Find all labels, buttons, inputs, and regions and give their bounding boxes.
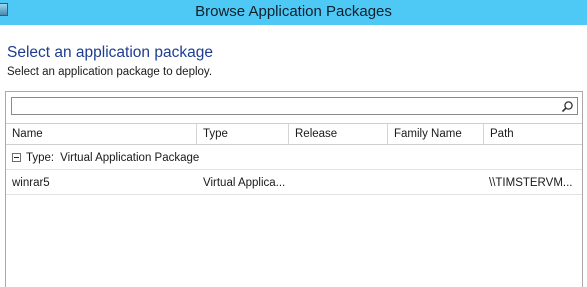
table-row[interactable]: winrar5 Virtual Applica... \\TIMSTERVM..…	[6, 172, 582, 195]
group-value: Virtual Application Package	[60, 152, 200, 164]
group-label: Type:	[26, 152, 55, 164]
collapse-icon[interactable]	[12, 153, 21, 162]
table-header: Name Type Release Family Name Path	[6, 123, 582, 145]
package-list-panel: Name Type Release Family Name Path Type:…	[5, 91, 583, 287]
search-icon[interactable]	[561, 100, 574, 113]
column-header-family-name[interactable]: Family Name	[388, 124, 484, 144]
cell-name: winrar5	[12, 177, 50, 189]
group-header: Type: Virtual Application Package	[26, 152, 199, 164]
search-input[interactable]	[14, 99, 554, 113]
column-header-release[interactable]: Release	[289, 124, 388, 144]
title-bar[interactable]: Browse Application Packages	[0, 0, 587, 25]
page-subheading: Select an application package to deploy.	[7, 66, 213, 78]
cell-path: \\TIMSTERVM...	[489, 177, 573, 189]
column-header-name[interactable]: Name	[6, 124, 197, 144]
search-box[interactable]	[11, 97, 578, 115]
group-row[interactable]: Type: Virtual Application Package	[6, 147, 582, 170]
window-title: Browse Application Packages	[195, 3, 392, 20]
column-header-path[interactable]: Path	[484, 124, 582, 144]
column-header-type[interactable]: Type	[197, 124, 289, 144]
page-heading: Select an application package	[7, 44, 213, 61]
cell-type: Virtual Applica...	[203, 177, 286, 189]
